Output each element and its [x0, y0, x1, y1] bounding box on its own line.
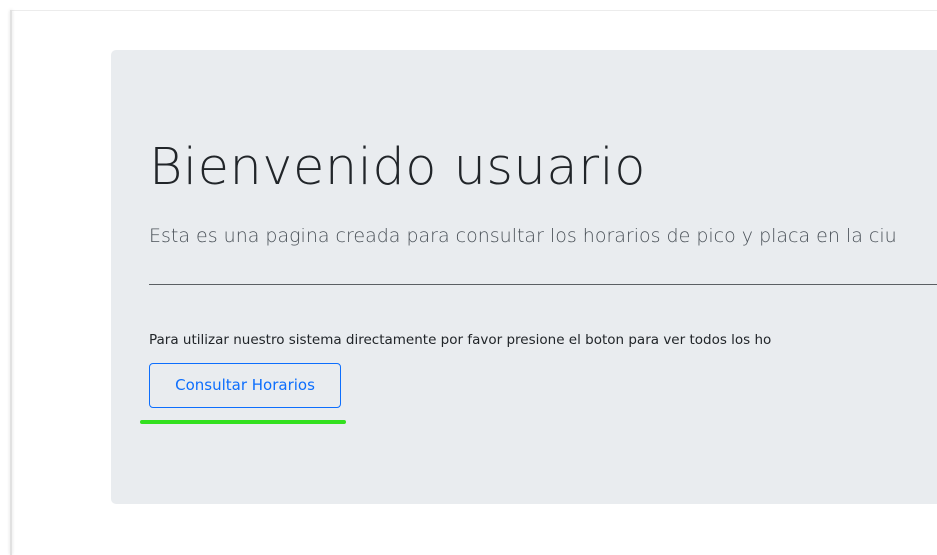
frame-left-border	[10, 10, 12, 555]
lead-text: Esta es una pagina creada para consultar…	[149, 225, 897, 247]
divider	[149, 284, 937, 285]
consultar-horarios-button[interactable]: Consultar Horarios	[149, 363, 341, 408]
instructions-text: Para utilizar nuestro sistema directamen…	[149, 332, 772, 348]
page-frame: Bienvenido usuario Esta es una pagina cr…	[0, 0, 937, 555]
welcome-jumbotron: Bienvenido usuario Esta es una pagina cr…	[111, 50, 937, 504]
frame-top-border	[10, 10, 937, 11]
highlight-underline	[140, 420, 346, 424]
page-title: Bienvenido usuario	[149, 138, 646, 197]
